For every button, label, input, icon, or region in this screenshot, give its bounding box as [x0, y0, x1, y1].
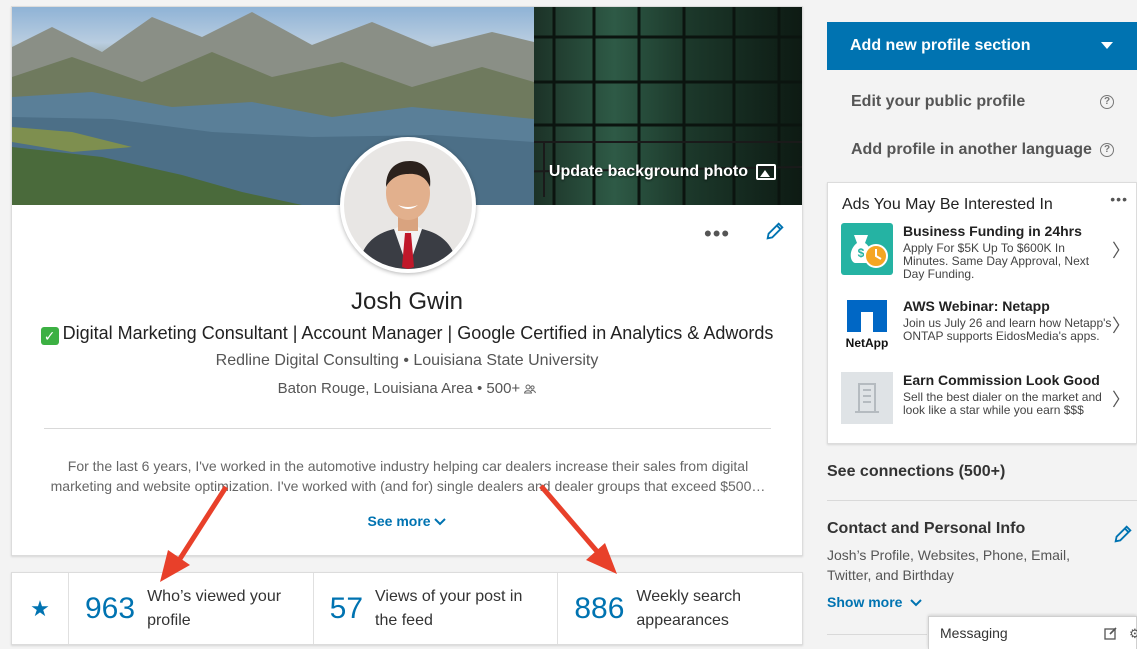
checkmark-icon: ✓ — [40, 327, 59, 345]
profile-photo — [344, 141, 472, 269]
separator: • — [476, 380, 483, 397]
show-more-button[interactable]: Show more — [827, 594, 923, 610]
location-text: Baton Rouge, Louisiana Area — [277, 380, 473, 397]
money-bag-clock-icon: $ — [841, 223, 893, 275]
svg-text:$: $ — [858, 246, 865, 260]
ads-title: Ads You May Be Interested In — [842, 196, 1053, 213]
help-icon[interactable]: ? — [1100, 95, 1114, 109]
compose-icon[interactable] — [1104, 626, 1118, 640]
edit-pencil-icon[interactable] — [1112, 523, 1134, 545]
profile-name: Josh Gwin — [350, 288, 464, 315]
ad-item[interactable]: NetApp AWS Webinar: Netapp Join us July … — [840, 298, 1130, 364]
profile-card: Update background photo ••• Josh Gwin ✓ D… — [11, 6, 803, 556]
stat-label: Views of your post in the feed — [375, 587, 523, 629]
profile-stats-bar: ★ 963 Who’s viewed your profile 57 Views… — [11, 572, 803, 645]
add-section-label: Add new profile section — [850, 37, 1031, 54]
ads-card: Ads You May Be Interested In ••• $ Busin… — [827, 182, 1137, 444]
gear-icon[interactable]: ⚙ — [1129, 626, 1137, 642]
ad-item[interactable]: $ Business Funding in 24hrs Apply For $5… — [840, 223, 1130, 289]
profile-headline: ✓ Digital Marketing Consultant | Account … — [12, 323, 802, 345]
chevron-right-icon: 〉 — [1112, 390, 1130, 410]
stat-label: Weekly search appearances — [636, 587, 742, 629]
ad-description: Apply For $5K Up To $600K In Minutes. Sa… — [903, 241, 1090, 281]
company-school-line: Redline Digital Consulting • Louisiana S… — [12, 352, 802, 370]
star-icon[interactable]: ★ — [12, 573, 69, 644]
building-placeholder-icon — [841, 372, 893, 424]
profile-summary: For the last 6 years, I've worked in the… — [50, 458, 766, 494]
stat-label: Who’s viewed your profile — [147, 587, 282, 629]
divider — [827, 634, 927, 635]
people-icon — [524, 384, 537, 394]
ad-description: Sell the best dialer on the market and l… — [903, 390, 1102, 417]
location-line: Baton Rouge, Louisiana Area • 500+ — [12, 380, 802, 397]
stat-post-views[interactable]: 57 Views of your post in the feed — [314, 573, 559, 644]
see-connections-link[interactable]: See connections (500+) — [827, 463, 1005, 481]
stat-value: 57 — [329, 591, 364, 625]
chevron-right-icon: 〉 — [1112, 241, 1130, 261]
see-more-label: See more — [367, 513, 431, 529]
ad-title: Earn Commission Look Good — [903, 372, 1100, 388]
connections-count[interactable]: 500+ — [486, 380, 520, 397]
divider — [44, 428, 771, 429]
company-link[interactable]: Redline Digital Consulting — [216, 352, 399, 369]
update-background-label: Update background photo — [548, 163, 748, 180]
school-link[interactable]: Louisiana State University — [413, 352, 598, 369]
add-language-profile-link[interactable]: Add profile in another language — [851, 141, 1092, 159]
update-background-button[interactable]: Update background photo — [549, 163, 776, 181]
ads-options-icon[interactable]: ••• — [1110, 191, 1128, 207]
add-profile-section-button[interactable]: Add new profile section — [827, 22, 1137, 70]
edit-public-profile-link[interactable]: Edit your public profile — [851, 93, 1025, 111]
headline-text: Digital Marketing Consultant | Account M… — [62, 323, 774, 343]
separator: • — [403, 352, 409, 369]
stat-value: 886 — [574, 591, 625, 625]
netapp-logo-text: NetApp — [846, 336, 889, 350]
ad-description: Join us July 26 and learn how Netapp's O… — [903, 316, 1112, 343]
stat-profile-views[interactable]: 963 Who’s viewed your profile — [69, 573, 314, 644]
chevron-right-icon: 〉 — [1112, 316, 1130, 336]
stat-value: 963 — [85, 591, 136, 625]
chevron-down-icon — [910, 599, 923, 607]
ad-title: Business Funding in 24hrs — [903, 223, 1082, 239]
more-options-icon[interactable]: ••• — [704, 223, 730, 245]
contact-info-description: Josh’s Profile, Websites, Phone, Email, … — [827, 547, 1071, 583]
divider — [827, 500, 1137, 501]
netapp-logo: NetApp — [841, 298, 893, 350]
edit-pencil-icon[interactable] — [764, 220, 786, 242]
ad-title: AWS Webinar: Netapp — [903, 298, 1050, 314]
help-icon[interactable]: ? — [1100, 143, 1114, 157]
caret-down-icon — [1101, 42, 1113, 49]
avatar[interactable] — [340, 137, 476, 273]
photo-icon — [756, 164, 776, 180]
stat-search-appearances[interactable]: 886 Weekly search appearances — [558, 573, 802, 644]
show-more-label: Show more — [827, 594, 903, 610]
contact-info-title: Contact and Personal Info — [827, 520, 1026, 537]
messaging-bar[interactable]: Messaging ⚙ — [928, 616, 1137, 649]
messaging-label: Messaging — [940, 625, 1008, 641]
chevron-down-icon — [434, 518, 447, 526]
see-more-button[interactable]: See more — [12, 513, 802, 529]
ad-item[interactable]: Earn Commission Look Good Sell the best … — [840, 372, 1130, 438]
